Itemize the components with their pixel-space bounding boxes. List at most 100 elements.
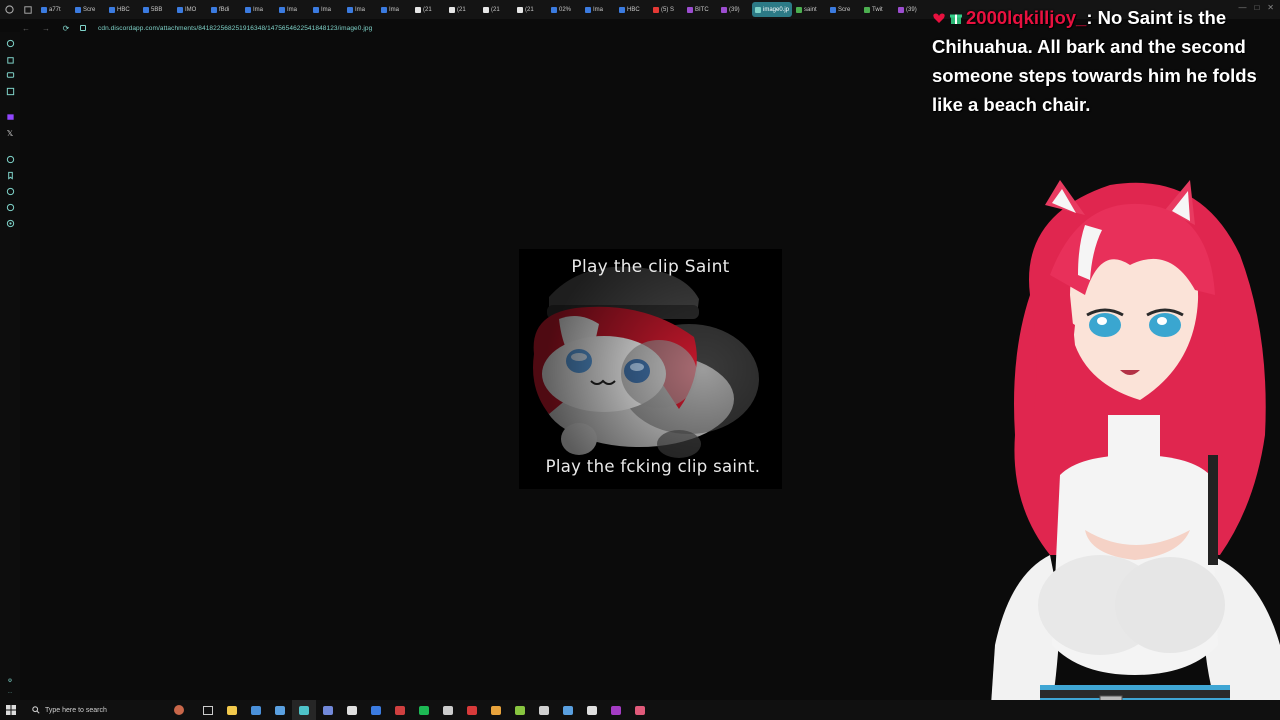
browser-tab[interactable]: Twit (861, 2, 894, 17)
app-pink-icon (635, 705, 645, 715)
tab-label: Ima (253, 6, 264, 13)
taskbar-app-steam-2[interactable] (532, 700, 556, 720)
browser-tab[interactable]: (39) (718, 2, 751, 17)
browser-tab[interactable]: Ima (344, 2, 377, 17)
tab-favicon-icon (721, 6, 727, 13)
taskbar-app-chrome[interactable] (244, 700, 268, 720)
taskbar-app-spotify[interactable] (412, 700, 436, 720)
taskbar-app-obs[interactable] (340, 700, 364, 720)
forward-icon[interactable]: → (40, 24, 52, 33)
twitch-icon[interactable] (5, 112, 15, 122)
meme-cat-image (519, 249, 782, 489)
search-highlight-icon[interactable] (162, 700, 196, 720)
taskbar-apps (220, 700, 652, 720)
task-view-icon[interactable] (196, 700, 220, 720)
browser-tab[interactable]: Ima (310, 2, 343, 17)
browser-tab[interactable]: (21 (514, 2, 547, 17)
tab-label: (21 (457, 6, 466, 13)
heart-badge-icon (932, 4, 946, 23)
browser-tab[interactable]: BITC (684, 2, 717, 17)
taskbar-app-vpn[interactable] (268, 700, 292, 720)
back-icon[interactable]: ← (20, 24, 32, 33)
chat-icon[interactable] (5, 70, 15, 80)
tab-favicon-icon (381, 6, 387, 13)
browser-icon (299, 705, 309, 715)
sidebar-settings-icon[interactable]: ⚙ (8, 678, 12, 684)
taskbar-app-app-pink[interactable] (628, 700, 652, 720)
tab-label: (21 (491, 6, 500, 13)
browser-tab[interactable]: Ima (242, 2, 275, 17)
browser-tab[interactable]: HBC (616, 2, 649, 17)
start-button[interactable] (0, 700, 22, 720)
browser-tab[interactable]: Scre (72, 2, 105, 17)
tab-favicon-icon (109, 6, 115, 13)
taskbar-app-discord[interactable] (316, 700, 340, 720)
browser-tab[interactable]: fBdi (208, 2, 241, 17)
browser-tab[interactable]: saint (793, 2, 826, 17)
browser-tab[interactable]: 5BB (140, 2, 173, 17)
tab-favicon-icon (864, 6, 871, 13)
tab-list-icon[interactable] (23, 5, 33, 15)
news-icon[interactable] (5, 86, 15, 96)
x-icon[interactable]: 𝕏 (5, 128, 15, 138)
browser-tab[interactable]: (21 (480, 2, 513, 17)
meme-top-caption: Play the clip Saint (571, 257, 730, 277)
gift-badge-icon (949, 4, 963, 24)
taskbar-app-app-green[interactable] (508, 700, 532, 720)
vpn-icon (275, 705, 285, 715)
tab-label: a77t (49, 6, 61, 13)
sidebar-more-icon[interactable]: ⋯ (8, 690, 13, 696)
media-icon (371, 705, 381, 715)
tab-favicon-icon (687, 6, 693, 13)
windows-taskbar: Type here to search (0, 700, 1280, 720)
history-icon[interactable] (5, 38, 15, 48)
reload-icon[interactable]: ⟳ (60, 24, 72, 33)
browser-tab[interactable]: Ima (378, 2, 411, 17)
settings-icon[interactable] (5, 218, 15, 228)
browser-tab[interactable]: (5) S (650, 2, 683, 17)
url-field[interactable]: cdn.discordapp.com/attachments/841822568… (98, 25, 372, 32)
browser-sidebar: 𝕏 ⚙ ⋯ (0, 32, 20, 704)
taskbar-app-steam[interactable] (436, 700, 460, 720)
browser-logo-icon[interactable] (4, 5, 14, 15)
browser-tab[interactable]: image0.jp (752, 2, 793, 17)
taskbar-app-calendar[interactable] (388, 700, 412, 720)
clock-icon[interactable] (5, 186, 15, 196)
tab-favicon-icon (245, 6, 251, 13)
site-info-icon[interactable] (80, 25, 86, 31)
notes-icon[interactable] (5, 202, 15, 212)
tab-label: HBC (117, 6, 130, 13)
taskbar-app-chrome-2[interactable] (484, 700, 508, 720)
bookmark-icon[interactable] (5, 170, 15, 180)
steam-3-icon (563, 705, 573, 715)
tab-label: Scre (83, 6, 96, 13)
tab-favicon-icon (551, 6, 557, 13)
taskbar-search[interactable]: Type here to search (22, 702, 162, 718)
browser-tab[interactable]: 02% (548, 2, 581, 17)
tab-favicon-icon (796, 6, 803, 13)
meme-bottom-caption: Play the fcking clip saint. (545, 457, 761, 476)
tab-label: HBC (627, 6, 640, 13)
browser-tab[interactable]: IMO (174, 2, 207, 17)
tab-favicon-icon (313, 6, 319, 13)
browser-tab[interactable]: (21 (446, 2, 479, 17)
browser-tab[interactable]: Ima (276, 2, 309, 17)
taskbar-app-file-explorer[interactable] (220, 700, 244, 720)
obs-icon (347, 705, 357, 715)
browser-tab[interactable]: HBC (106, 2, 139, 17)
taskbar-app-media[interactable] (364, 700, 388, 720)
browser-tab[interactable]: Scre (827, 2, 860, 17)
browser-tab[interactable]: (39) (895, 2, 928, 17)
taskbar-app-browser[interactable] (292, 700, 316, 720)
taskbar-app-steam-3[interactable] (556, 700, 580, 720)
tab-list: a77t Scre HBC 5BB IMO fBdi Ima Ima Ima Ima Ima (21 (… (38, 2, 929, 17)
bag-icon[interactable] (5, 54, 15, 64)
browser-tab[interactable]: a77t (38, 2, 71, 17)
taskbar-app-app-next[interactable] (604, 700, 628, 720)
app-green-icon (515, 705, 525, 715)
taskbar-app-notepad[interactable] (580, 700, 604, 720)
player-icon[interactable] (5, 154, 15, 164)
browser-tab[interactable]: (21 (412, 2, 445, 17)
browser-tab[interactable]: Ima (582, 2, 615, 17)
taskbar-app-opera[interactable] (460, 700, 484, 720)
